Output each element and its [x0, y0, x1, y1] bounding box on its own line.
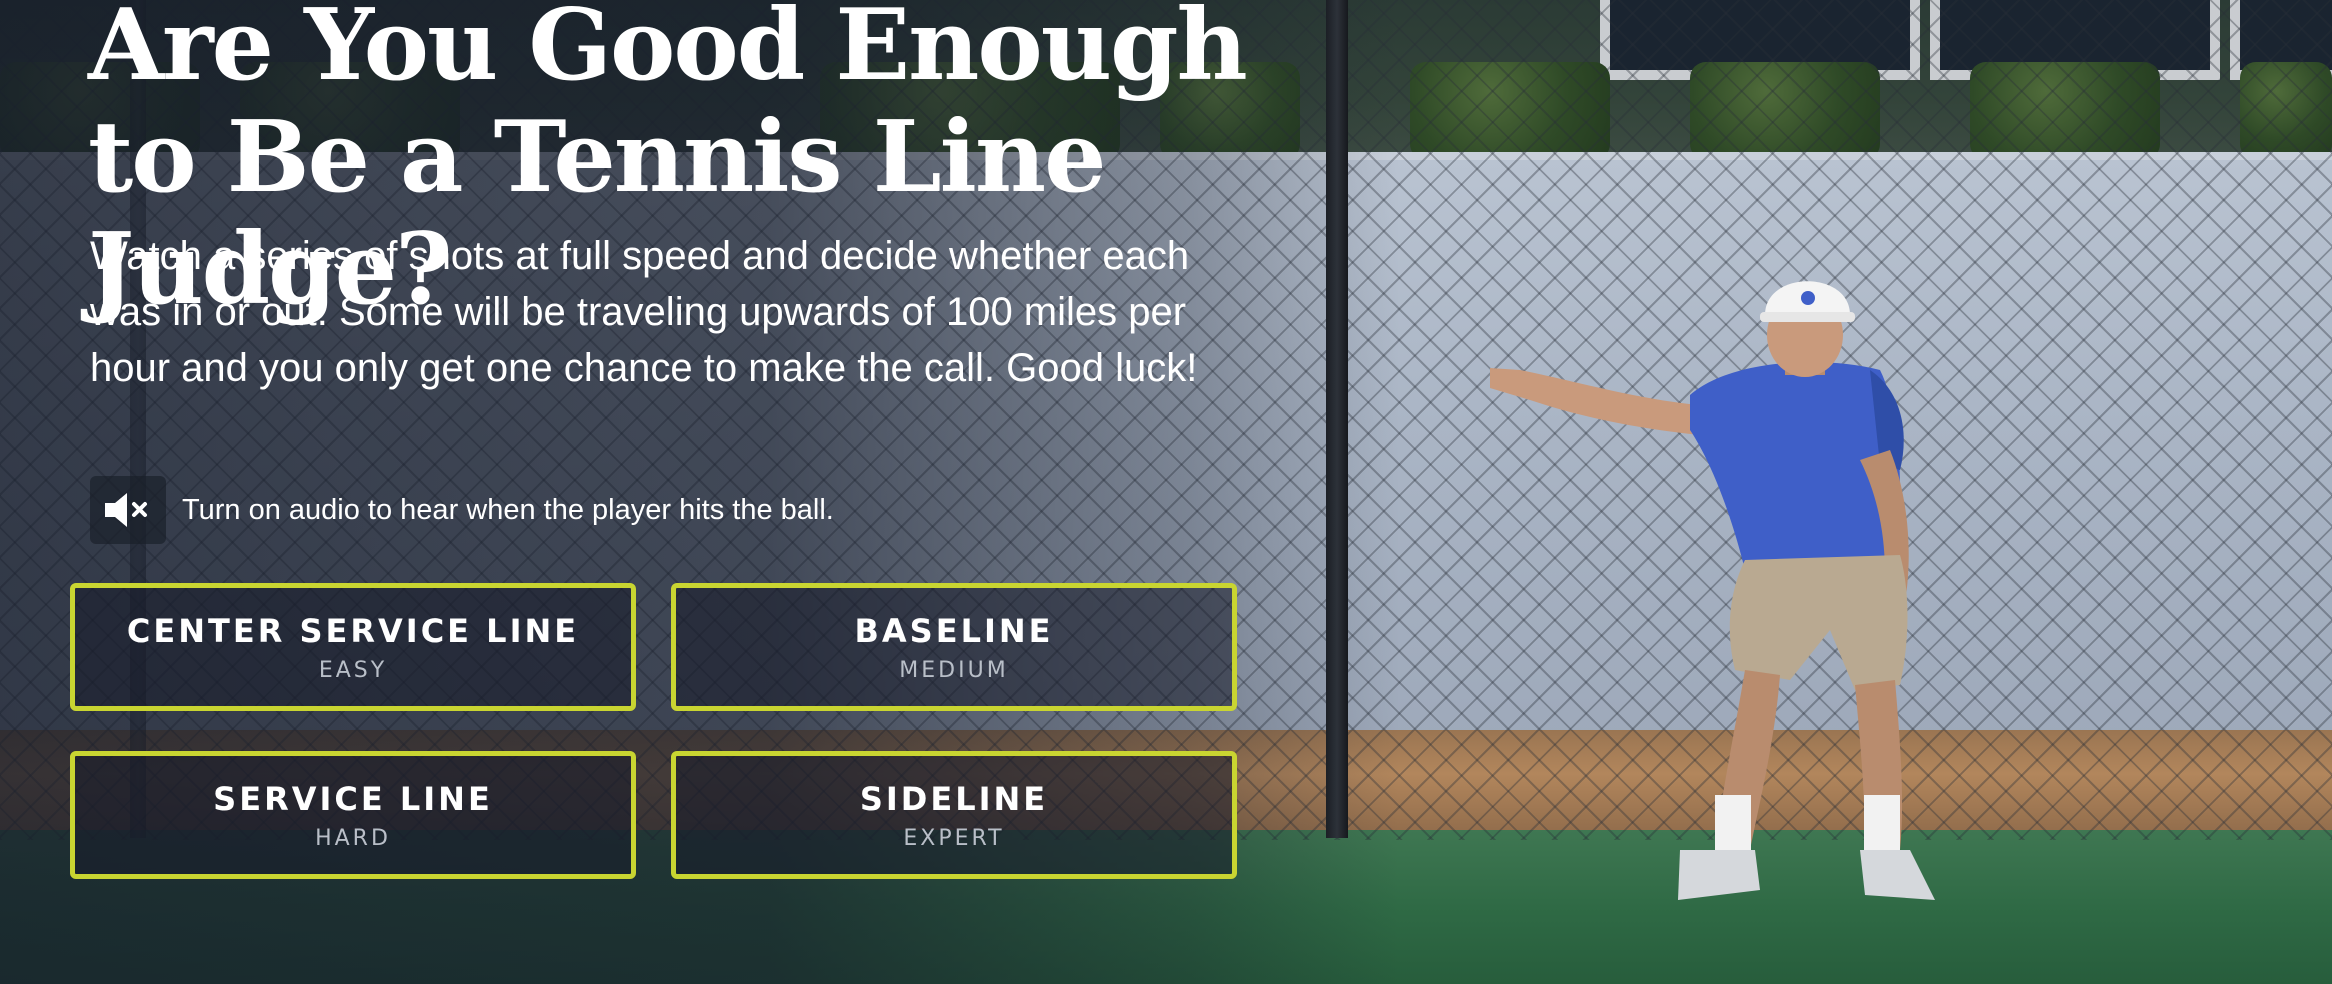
level-difficulty: MEDIUM	[899, 657, 1009, 683]
quiz-intro-panel: Are You Good Enough to Be a Tennis Line …	[0, 0, 1300, 984]
level-baseline-button[interactable]: BASELINE MEDIUM	[671, 583, 1237, 711]
audio-hint-row: Turn on audio to hear when the player hi…	[90, 476, 834, 544]
level-difficulty: HARD	[315, 825, 391, 851]
level-difficulty: EXPERT	[903, 825, 1005, 851]
level-service-line-button[interactable]: SERVICE LINE HARD	[70, 751, 636, 879]
level-name: SIDELINE	[859, 779, 1049, 818]
level-name: CENTER SERVICE LINE	[126, 611, 580, 650]
line-judge-player-figure	[1490, 281, 1935, 900]
audio-hint-text: Turn on audio to hear when the player hi…	[182, 493, 834, 526]
level-sideline-button[interactable]: SIDELINE EXPERT	[671, 751, 1237, 879]
level-center-service-line-button[interactable]: CENTER SERVICE LINE EASY	[70, 583, 636, 711]
level-difficulty: EASY	[318, 657, 388, 683]
level-name: SERVICE LINE	[213, 779, 493, 818]
level-name: BASELINE	[854, 611, 1054, 650]
mute-toggle-button[interactable]	[90, 476, 166, 544]
intro-paragraph: Watch a series of shots at full speed an…	[90, 234, 1198, 390]
speaker-muted-icon	[105, 493, 147, 527]
